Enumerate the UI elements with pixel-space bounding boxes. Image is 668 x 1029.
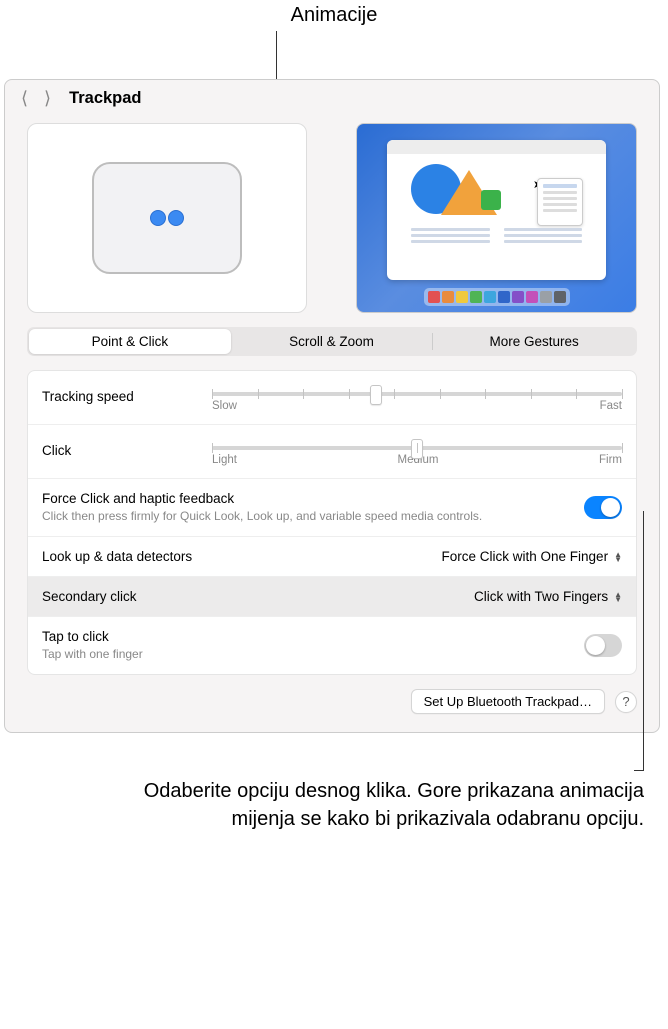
force-click-row: Force Click and haptic feedback Click th…	[28, 479, 636, 537]
callout-line	[643, 511, 644, 771]
tap-to-click-label: Tap to click	[42, 629, 572, 644]
callout-animations: Animacije	[0, 0, 668, 27]
lookup-row: Look up & data detectors Force Click wit…	[28, 537, 636, 577]
tracking-speed-label: Tracking speed	[42, 383, 192, 404]
trackpad-animation-preview	[27, 123, 307, 313]
secondary-click-row: Secondary click Click with Two Fingers ▲…	[28, 577, 636, 617]
dock-preview	[424, 288, 570, 306]
context-menu-icon	[537, 178, 583, 226]
page-title: Trackpad	[69, 89, 141, 108]
secondary-click-label: Secondary click	[42, 589, 137, 604]
tab-more-gestures[interactable]: More Gestures	[433, 329, 635, 354]
desktop-animation-preview: ➤	[356, 123, 637, 313]
tracking-speed-row: Tracking speed Slow Fast	[28, 371, 636, 425]
click-row: Click Light Medium Firm	[28, 425, 636, 479]
tab-scroll-zoom[interactable]: Scroll & Zoom	[231, 329, 433, 354]
click-label: Click	[42, 437, 192, 458]
tab-bar: Point & Click Scroll & Zoom More Gesture…	[27, 327, 637, 356]
lookup-label: Look up & data detectors	[42, 549, 192, 564]
force-click-toggle[interactable]	[584, 496, 622, 519]
lookup-value: Force Click with One Finger	[442, 549, 609, 564]
tracking-speed-slider[interactable]	[212, 392, 622, 396]
force-click-label: Force Click and haptic feedback	[42, 491, 572, 506]
slider-max-label: Firm	[599, 454, 622, 466]
back-icon[interactable]: ⟨	[17, 88, 32, 109]
tap-to-click-row: Tap to click Tap with one finger	[28, 617, 636, 674]
click-slider[interactable]	[212, 446, 622, 450]
slider-min-label: Light	[212, 454, 237, 466]
tap-to-click-desc: Tap with one finger	[42, 646, 572, 662]
callout-secondary-click: Odaberite opciju desnog klika. Gore prik…	[84, 777, 644, 833]
finger-dot-icon	[150, 210, 166, 226]
tap-to-click-toggle[interactable]	[584, 634, 622, 657]
force-click-desc: Click then press firmly for Quick Look, …	[42, 508, 572, 524]
trackpad-surface	[92, 162, 242, 274]
tab-point-click[interactable]: Point & Click	[29, 329, 231, 354]
slider-min-label: Slow	[212, 400, 237, 412]
finger-dot-icon	[168, 210, 184, 226]
chevron-updown-icon: ▲▼	[614, 592, 622, 602]
forward-icon[interactable]: ⟩	[40, 88, 55, 109]
setup-bluetooth-trackpad-button[interactable]: Set Up Bluetooth Trackpad…	[411, 689, 605, 714]
callout-line	[276, 31, 277, 79]
callout-bottom-wrap: Odaberite opciju desnog klika. Gore prik…	[0, 733, 668, 893]
preview-row: ➤	[5, 117, 659, 327]
lookup-select[interactable]: Force Click with One Finger ▲▼	[442, 549, 622, 564]
footer: Set Up Bluetooth Trackpad… ?	[5, 689, 659, 732]
slider-max-label: Fast	[600, 400, 622, 412]
header: ⟨ ⟩ Trackpad	[5, 80, 659, 117]
settings-card: Tracking speed Slow Fast Click Light	[27, 370, 637, 675]
preview-app-window: ➤	[387, 140, 606, 280]
help-button[interactable]: ?	[615, 691, 637, 713]
secondary-click-select[interactable]: Click with Two Fingers ▲▼	[474, 589, 622, 604]
secondary-click-value: Click with Two Fingers	[474, 589, 608, 604]
trackpad-settings-window: ⟨ ⟩ Trackpad ➤	[4, 79, 660, 733]
chevron-updown-icon: ▲▼	[614, 552, 622, 562]
